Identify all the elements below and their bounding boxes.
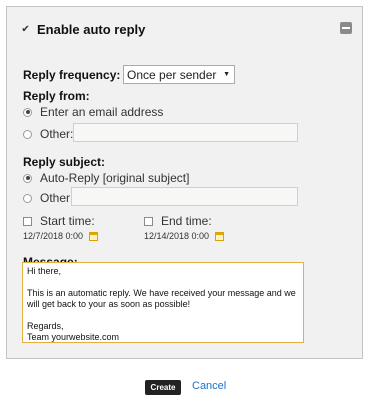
chevron-down-icon: ▼ <box>223 71 230 78</box>
reply-subject-auto-label: Auto-Reply [original subject] <box>40 171 190 185</box>
create-button[interactable]: Create <box>145 380 181 395</box>
collapse-icon[interactable] <box>340 22 352 34</box>
start-time-label: Start time: <box>40 214 95 228</box>
end-date-row: 12/14/2018 0:00 <box>144 231 225 241</box>
reply-from-other-radio[interactable] <box>23 129 32 139</box>
end-time-row: End time: <box>144 214 212 228</box>
start-time-checkbox[interactable] <box>23 216 32 226</box>
reply-subject-label: Reply subject: <box>23 155 106 169</box>
calendar-icon[interactable] <box>89 231 99 241</box>
reply-subject-other-option[interactable]: Other: <box>23 191 73 205</box>
reply-subject-auto-option[interactable]: Auto-Reply [original subject] <box>23 171 189 185</box>
reply-from-other-input[interactable] <box>73 123 298 142</box>
enable-auto-reply-row: ✔ Enable auto reply <box>21 22 145 37</box>
reply-subject-other-input[interactable] <box>71 187 298 206</box>
reply-from-other-label: Other: <box>40 127 74 141</box>
reply-subject-auto-radio[interactable] <box>23 173 32 183</box>
enable-auto-reply-checkbox[interactable]: ✔ <box>21 24 30 34</box>
calendar-icon[interactable] <box>215 231 225 241</box>
start-time-row: Start time: <box>23 214 95 228</box>
reply-subject-other-label: Other: <box>40 191 74 205</box>
reply-from-other-option[interactable]: Other: <box>23 127 73 141</box>
end-time-checkbox[interactable] <box>144 216 153 226</box>
reply-from-email-radio[interactable] <box>23 107 32 117</box>
reply-frequency-select[interactable]: Once per sender ▼ <box>123 65 235 84</box>
reply-frequency-label: Reply frequency: <box>23 68 121 82</box>
reply-from-label: Reply from: <box>23 89 90 103</box>
reply-subject-other-radio[interactable] <box>23 193 32 203</box>
cancel-link[interactable]: Cancel <box>192 380 226 392</box>
message-textarea[interactable]: Hi there, This is an automatic reply. We… <box>22 262 304 343</box>
end-date-value: 12/14/2018 0:00 <box>144 231 210 241</box>
start-date-row: 12/7/2018 0:00 <box>23 231 99 241</box>
end-time-label: End time: <box>161 214 212 228</box>
reply-from-email-label: Enter an email address <box>40 105 164 119</box>
reply-frequency-value: Once per sender <box>127 67 217 82</box>
panel-title: Enable auto reply <box>37 22 146 37</box>
start-date-value: 12/7/2018 0:00 <box>23 231 84 241</box>
reply-from-email-option[interactable]: Enter an email address <box>23 105 163 119</box>
